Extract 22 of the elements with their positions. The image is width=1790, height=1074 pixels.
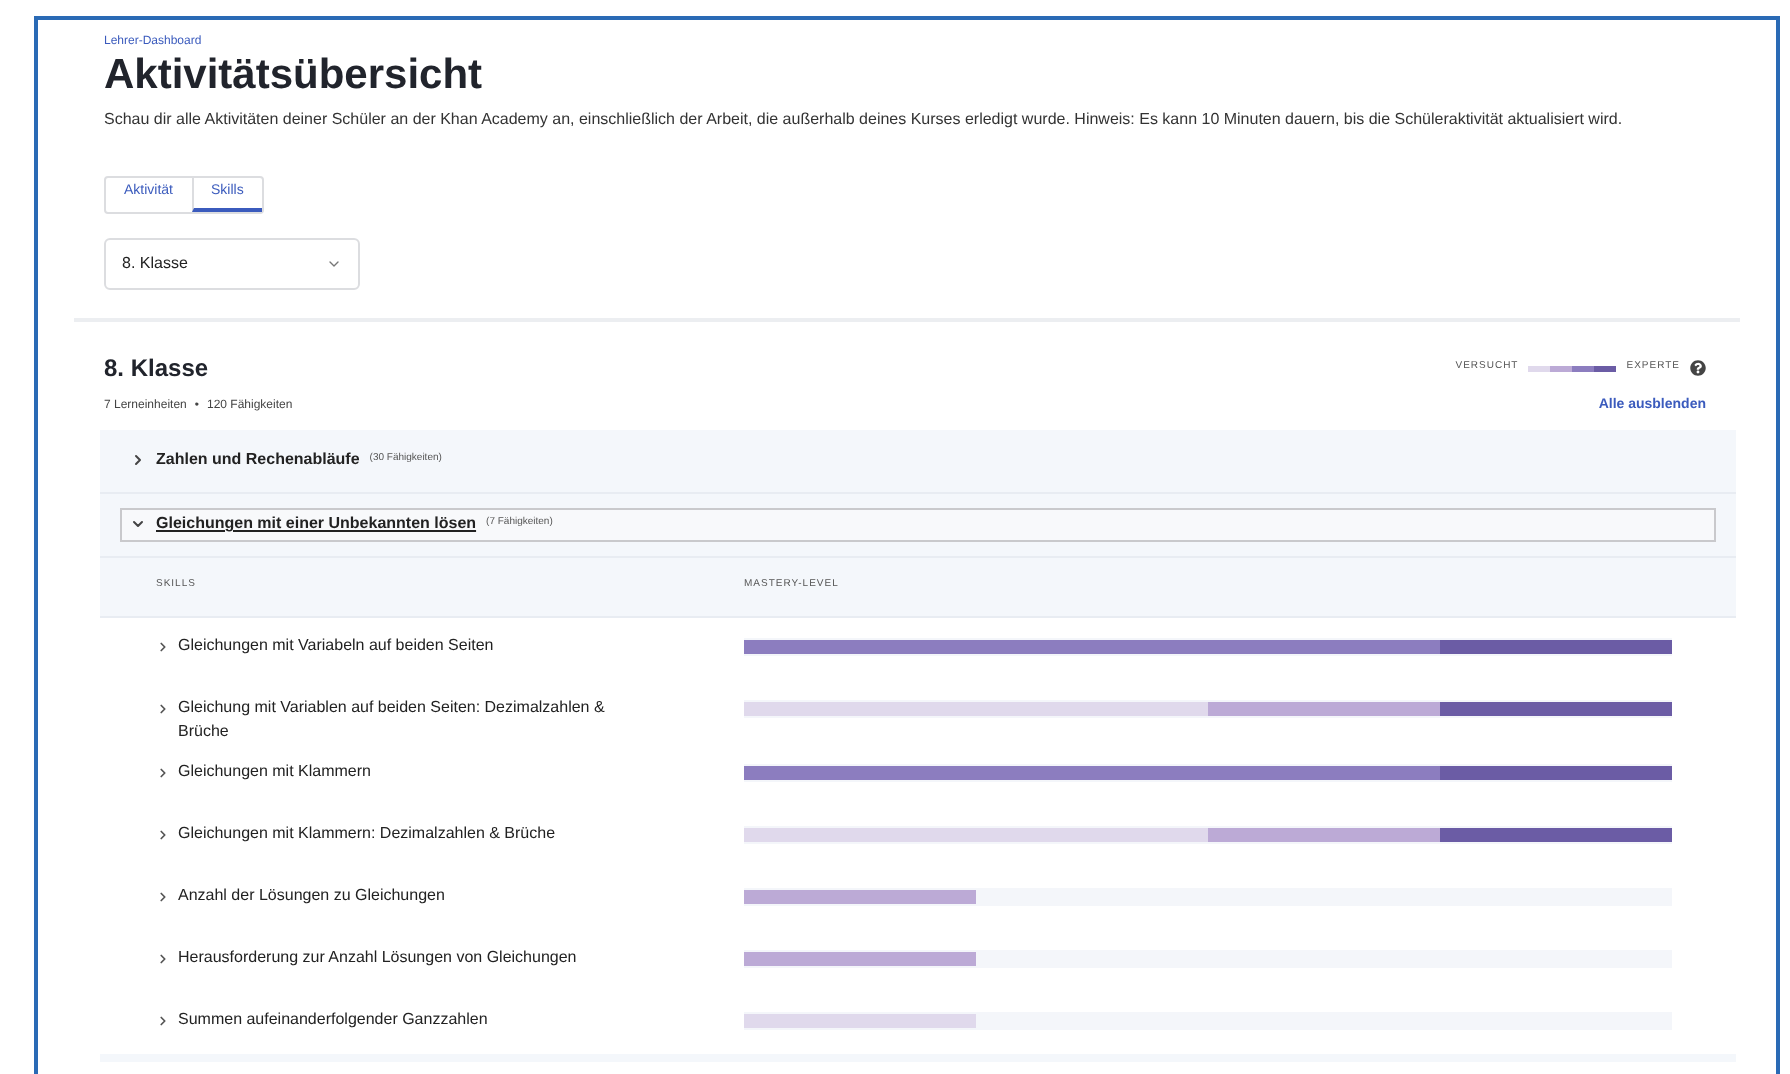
expand-icon[interactable] — [156, 1013, 170, 1027]
help-icon[interactable] — [1690, 360, 1706, 376]
chevron-right-icon — [130, 452, 146, 468]
skill-name[interactable]: Gleichungen mit Klammern: Dezimalzahlen & Brüche — [178, 821, 556, 845]
chevron-down-icon — [130, 516, 146, 532]
section-title: 8. Klasse — [104, 352, 209, 386]
skill-name[interactable]: Summen aufeinanderfolgender Ganzzahlen — [178, 1007, 488, 1031]
skill-name[interactable]: Gleichungen mit Variabeln auf beiden Seiten — [178, 633, 494, 657]
caret-icon — [326, 256, 342, 272]
expand-icon[interactable] — [156, 827, 170, 841]
skill-name[interactable]: Gleichungen mit Klammern — [178, 759, 371, 783]
page-title: Aktivitätsübersicht — [104, 52, 485, 100]
grade-select[interactable]: 8. Klasse — [104, 238, 360, 290]
expand-icon[interactable] — [156, 889, 170, 903]
expand-icon[interactable] — [156, 951, 170, 965]
expand-icon[interactable] — [156, 765, 170, 779]
skill-name[interactable]: Anzahl der Lösungen zu Gleichungen — [178, 883, 445, 907]
skill-name[interactable]: Herausforderung zur Anzahl Lösungen von Gleichungen — [178, 945, 577, 969]
expand-icon[interactable] — [156, 701, 170, 715]
mastery-scale-icon — [1528, 365, 1617, 371]
expand-icon[interactable] — [156, 639, 170, 653]
page-description: Schau dir alle Aktivitäten deiner Schüler an der Khan Academy an, einschließlich der Arbeit, die außerhalb deines Kurses erledigt wurde. Hinweis: Es kann 10 Minuten dauern, bis die Schüleraktivität aktualisiert wird. — [104, 110, 1625, 128]
